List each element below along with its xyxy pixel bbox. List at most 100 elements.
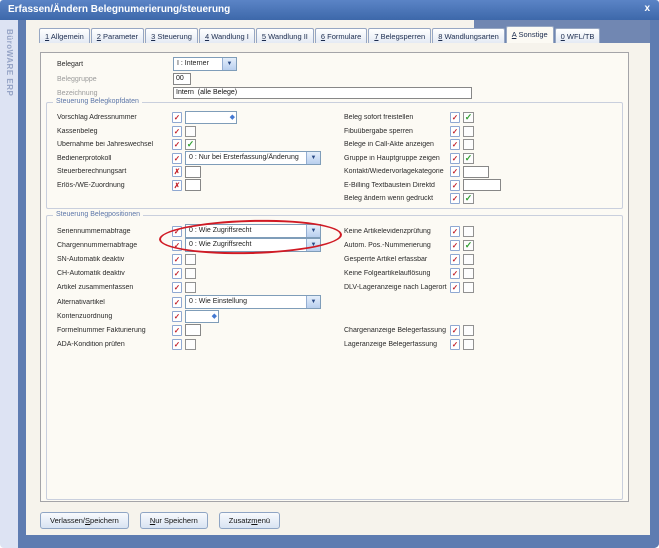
doc-check-icon[interactable]: ✓ (450, 282, 460, 293)
freistellen-checkbox[interactable]: ✓ (463, 112, 474, 123)
doc-check-icon[interactable]: ✓ (172, 297, 182, 308)
doc-check-icon[interactable]: ✓ (172, 325, 182, 336)
doc-x-icon[interactable]: ✗ (172, 166, 182, 177)
chargenanzeige-checkbox[interactable] (463, 325, 474, 336)
tab-wandlungsarten[interactable]: 8 Wandlungsarten (432, 28, 505, 43)
doc-check-icon[interactable]: ✓ (172, 240, 182, 251)
doc-check-icon[interactable]: ✓ (450, 193, 460, 204)
dropdown-arrow-icon[interactable]: ▼ (306, 296, 320, 308)
form-row: Steuerberechnungsart ✗ (57, 165, 321, 179)
doc-check-icon[interactable]: ✓ (172, 153, 182, 164)
formelnummer-input[interactable] (185, 324, 201, 336)
steuerberechnungsart-input[interactable] (185, 166, 201, 178)
form-row: E-Billing Textbaustein Direktd ✓ (344, 179, 501, 193)
bezeichnung-input[interactable]: Intern (alle Belege) (173, 87, 472, 99)
tab-label: Belegsperren (378, 32, 425, 41)
doc-x-icon[interactable]: ✗ (172, 180, 182, 191)
doc-check-icon[interactable]: ✓ (450, 139, 460, 150)
field-label: Chargenanzeige Belegerfassung (344, 327, 450, 334)
doc-check-icon[interactable]: ✓ (450, 325, 460, 336)
doc-check-icon[interactable]: ✓ (172, 254, 182, 265)
tab-formulare[interactable]: 6 Formulare (315, 28, 367, 43)
form-row: SN-Automatik deaktiv ✓ (57, 252, 321, 266)
aendern-gedruckt-checkbox[interactable]: ✓ (463, 193, 474, 204)
doc-check-icon[interactable]: ✓ (450, 254, 460, 265)
pos-nummerierung-checkbox[interactable]: ✓ (463, 240, 474, 251)
dropdown-arrow-icon[interactable]: ▼ (222, 58, 236, 70)
doc-check-icon[interactable]: ✓ (172, 282, 182, 293)
artikel-zusammenfassen-checkbox[interactable] (185, 282, 196, 293)
doc-check-icon[interactable]: ✓ (172, 311, 182, 322)
fieldset-belegkopfdaten: Steuerung Belegkopfdaten Vorschlag Adres… (46, 102, 623, 209)
beleggruppe-input[interactable]: 00 (173, 73, 191, 85)
doc-check-icon[interactable]: ✓ (450, 226, 460, 237)
doc-check-icon[interactable]: ✓ (450, 240, 460, 251)
tab-label: Steuerung (155, 32, 192, 41)
title-bar: Erfassen/Ändern Belegnumerierung/steueru… (0, 0, 659, 20)
doc-check-icon[interactable]: ✓ (172, 339, 182, 350)
kassenbeleg-checkbox[interactable] (185, 126, 196, 137)
doc-check-icon[interactable]: ✓ (450, 112, 460, 123)
nur-speichern-button[interactable]: Nur Speichern (140, 512, 208, 529)
field-label: Erlös-/WE-Zuordnung (57, 182, 172, 189)
doc-check-icon[interactable]: ✓ (450, 126, 460, 137)
button-label: peichern (90, 516, 119, 525)
tab-sonstige-active[interactable]: A Sonstige (506, 26, 554, 43)
field-label: Chargennummernabfrage (57, 242, 172, 249)
doc-check-icon[interactable]: ✓ (450, 166, 460, 177)
dropdown-arrow-icon[interactable]: ▼ (306, 152, 320, 164)
bedienerprotokoll-dropdown[interactable]: 0 : Nur bei Ersterfassung/Änderung ▼ (185, 151, 321, 165)
field-label: Kontakt/Wiedervorlagekategorie (344, 168, 450, 175)
field-label: Fibuübergabe sperren (344, 128, 450, 135)
doc-check-icon[interactable]: ✓ (172, 268, 182, 279)
artikelevidenz-checkbox[interactable] (463, 226, 474, 237)
verlassen-speichern-button[interactable]: Verlassen/Speichern (40, 512, 129, 529)
sn-automatik-checkbox[interactable] (185, 254, 196, 265)
tab-wfl-tb[interactable]: 0 WFL/TB (555, 28, 601, 43)
dropdown-arrow-icon[interactable]: ▼ (306, 225, 320, 237)
bezeichnung-label: Bezeichnung (57, 90, 173, 97)
tab-steuerung[interactable]: 3 Steuerung (145, 28, 198, 43)
doc-check-icon[interactable]: ✓ (450, 268, 460, 279)
doc-check-icon[interactable]: ✓ (172, 126, 182, 137)
form-row: Lageranzeige Belegerfassung ✓ (344, 338, 474, 352)
spinner-arrows-icon[interactable]: ◆ (212, 313, 218, 320)
chargennummernabfrage-dropdown[interactable]: 0 : Wie Zugriffsrecht ▼ (185, 238, 321, 252)
tab-wandlung-2[interactable]: 5 Wandlung II (256, 28, 314, 43)
call-akte-checkbox[interactable] (463, 139, 474, 150)
ada-kondition-checkbox[interactable] (185, 339, 196, 350)
doc-check-icon[interactable]: ✓ (450, 153, 460, 164)
tab-wandlung-1[interactable]: 4 Wandlung I (199, 28, 255, 43)
brand-vertical-text: BüroWARE ERP (5, 29, 14, 96)
close-icon[interactable]: x (644, 3, 650, 14)
ebilling-textbaustein-input[interactable] (463, 179, 501, 191)
tab-belegsperren[interactable]: 7 Belegsperren (368, 28, 431, 43)
alternativartikel-dropdown[interactable]: 0 : Wie Einstellung ▼ (185, 295, 321, 309)
belegart-dropdown[interactable]: I : Interner ▼ (173, 57, 237, 71)
lageranzeige-checkbox[interactable] (463, 339, 474, 350)
doc-check-icon[interactable]: ✓ (172, 226, 182, 237)
doc-check-icon[interactable]: ✓ (450, 339, 460, 350)
tab-allgemein[interactable]: 1 Allgemein (39, 28, 90, 43)
jahreswechsel-checkbox[interactable]: ✓ (185, 139, 196, 150)
field-label: DLV-Lageranzeige nach Lagerort (344, 284, 450, 291)
tab-parameter[interactable]: 2 Parameter (91, 28, 144, 43)
kontakt-kategorie-input[interactable] (463, 166, 489, 178)
ch-automatik-checkbox[interactable] (185, 268, 196, 279)
kontenzuordnung-spinner[interactable]: ◆ (185, 310, 219, 323)
doc-check-icon[interactable]: ✓ (450, 180, 460, 191)
doc-check-icon[interactable]: ✓ (172, 112, 182, 123)
erloes-we-zuordnung-input[interactable] (185, 179, 201, 191)
dropdown-arrow-icon[interactable]: ▼ (306, 239, 320, 251)
hauptgruppe-checkbox[interactable]: ✓ (463, 153, 474, 164)
seriennummernabfrage-dropdown[interactable]: 0 : Wie Zugriffsrecht ▼ (185, 224, 321, 238)
vorschlag-adressnummer-spinner[interactable]: ◆ (185, 111, 237, 124)
spinner-arrows-icon[interactable]: ◆ (230, 114, 236, 121)
folgeartikel-checkbox[interactable] (463, 268, 474, 279)
doc-check-icon[interactable]: ✓ (172, 139, 182, 150)
fibu-sperren-checkbox[interactable] (463, 126, 474, 137)
zusatzmenu-button[interactable]: Zusatzmenü (219, 512, 280, 529)
field-label: Alternativartikel (57, 299, 172, 306)
gesperrte-artikel-checkbox[interactable] (463, 254, 474, 265)
dlv-lageranzeige-checkbox[interactable] (463, 282, 474, 293)
